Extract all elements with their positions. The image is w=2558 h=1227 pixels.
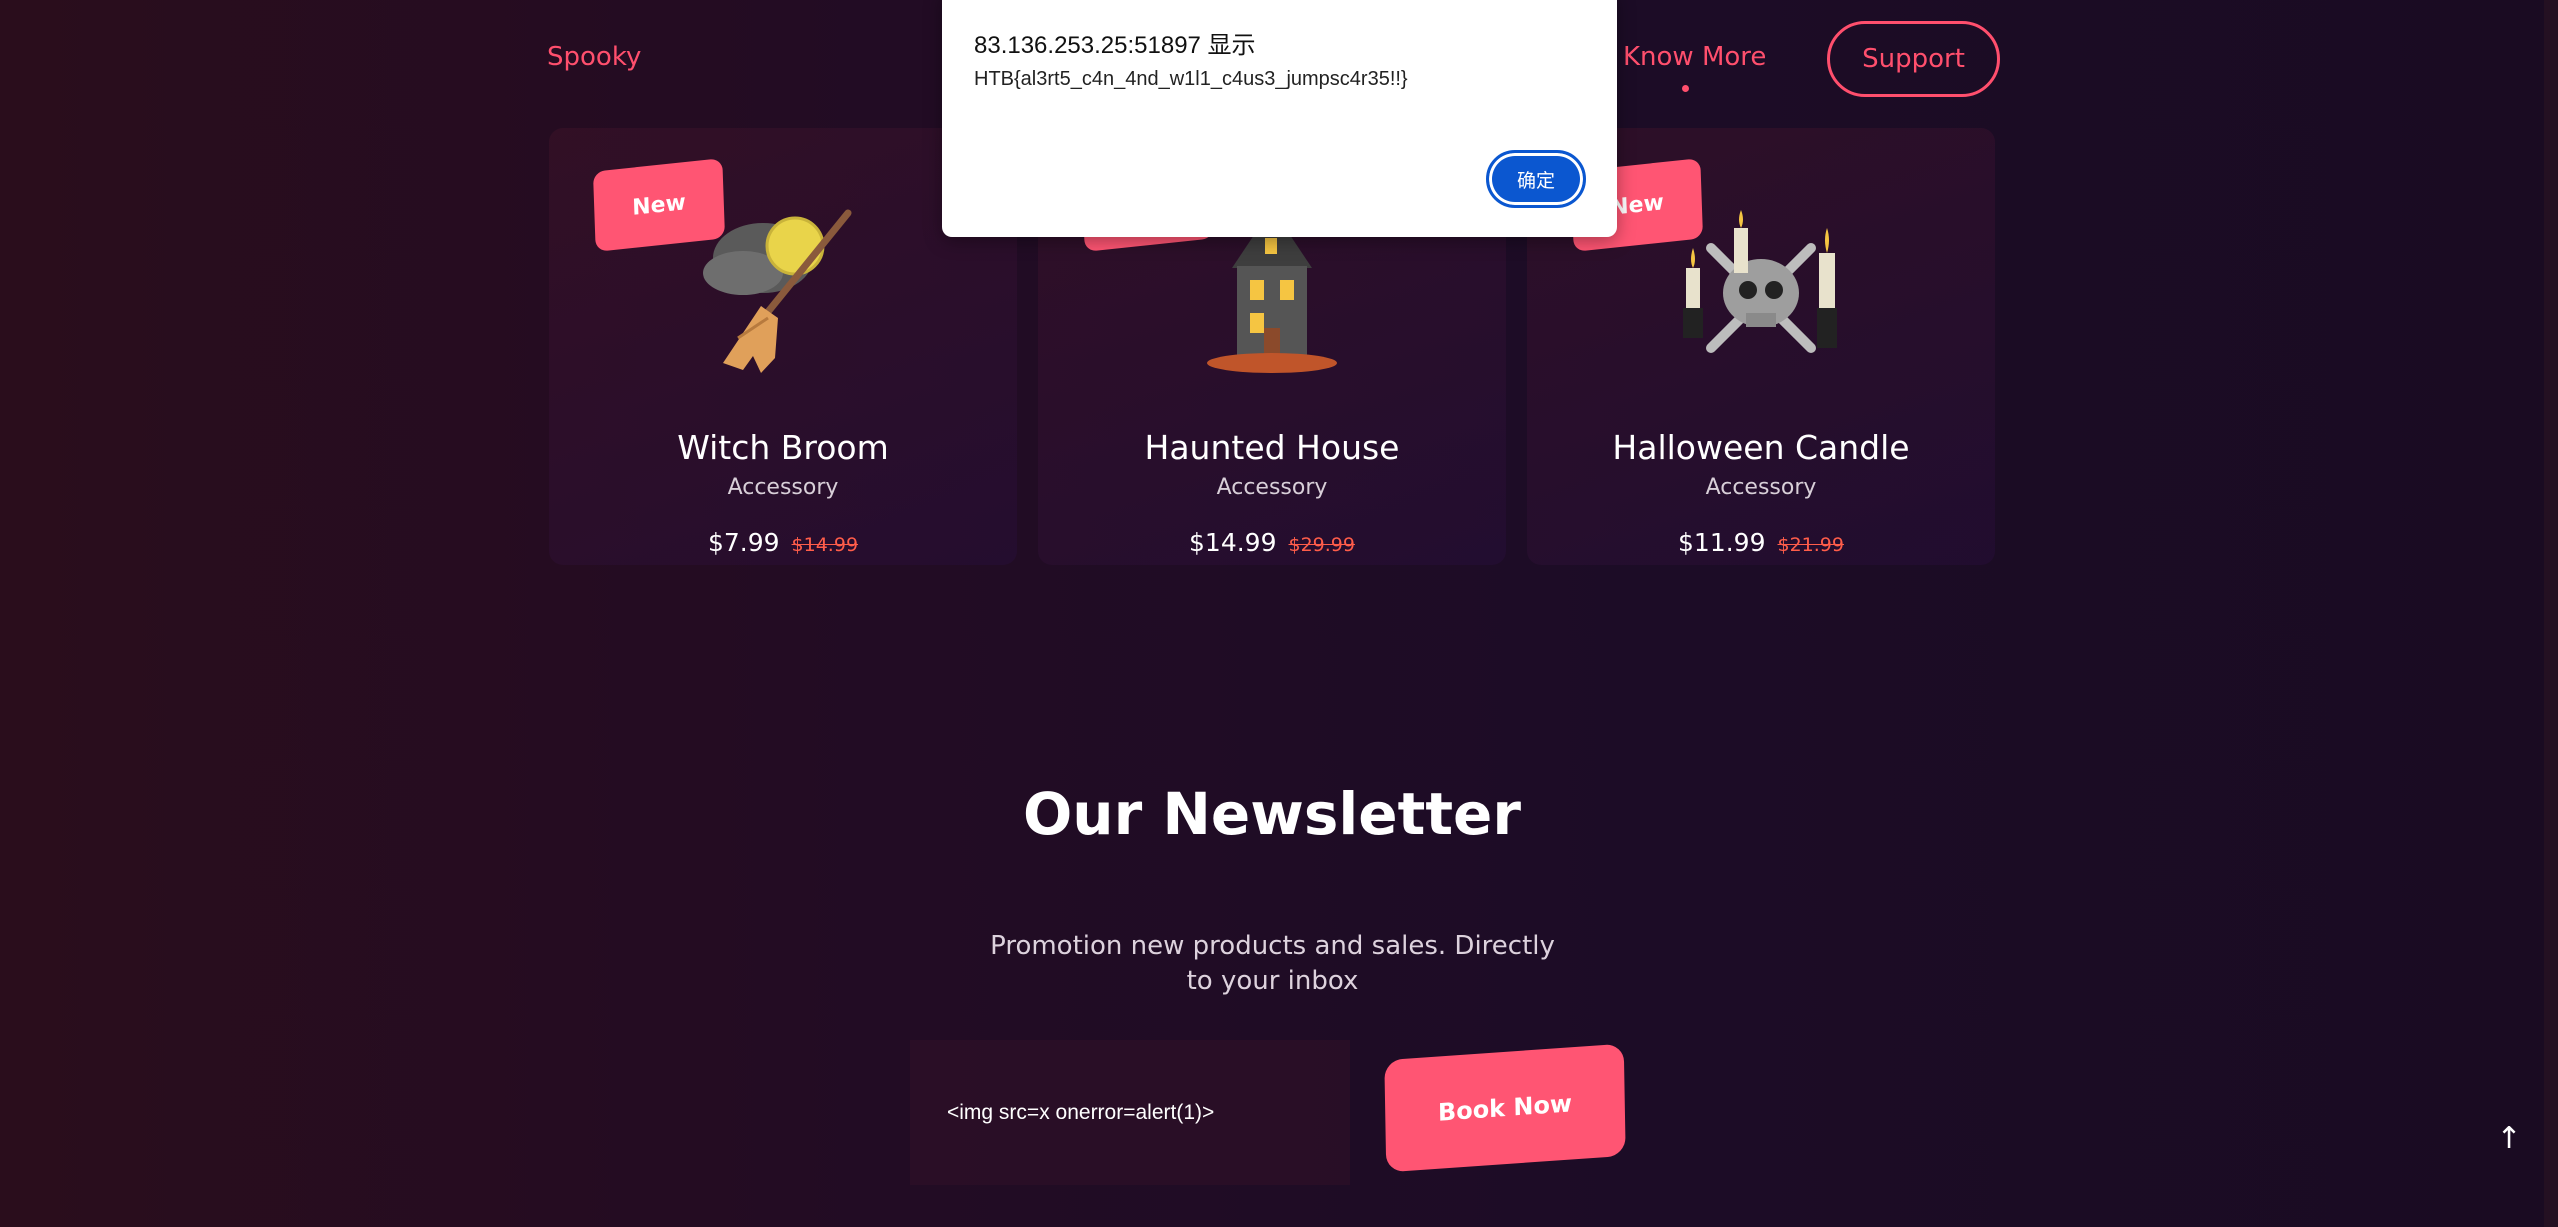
alert-dialog: 83.136.253.25:51897 显示 HTB{al3rt5_c4n_4n… <box>942 0 1617 237</box>
alert-ok-button[interactable]: 确定 <box>1486 150 1586 208</box>
nav-know-more[interactable]: Know More <box>1623 42 1766 72</box>
newsletter-title: Our Newsletter <box>1023 780 1521 848</box>
product-price: $7.99 $14.99 <box>549 528 1017 557</box>
product-category: Accessory <box>1705 475 1817 500</box>
newsletter-email-input[interactable] <box>910 1040 1350 1185</box>
original-price: $29.99 <box>1288 534 1355 556</box>
book-now-button[interactable]: Book Now <box>1384 1043 1626 1173</box>
product-price: $14.99 $29.99 <box>1038 528 1506 557</box>
alert-origin: 83.136.253.25:51897 显示 <box>974 32 1256 59</box>
original-price: $21.99 <box>1777 534 1844 556</box>
newsletter-subtitle: Promotion new products and sales. Direct… <box>990 931 1555 996</box>
product-name[interactable]: Haunted House <box>1038 428 1506 467</box>
product-category: Accessory <box>1216 475 1328 500</box>
active-nav-indicator <box>1682 85 1689 92</box>
current-price: $14.99 <box>1189 528 1277 557</box>
product-name[interactable]: Witch Broom <box>549 428 1017 467</box>
skull-candle-icon <box>1683 210 1837 353</box>
witch-broom-icon <box>703 209 852 373</box>
scroll-top-arrow-icon[interactable]: ↑ <box>2494 1118 2524 1158</box>
product-name[interactable]: Halloween Candle <box>1527 428 1995 467</box>
current-price: $11.99 <box>1678 528 1766 557</box>
scrollbar[interactable] <box>2544 0 2558 1227</box>
brand-logo[interactable]: Spooky <box>547 42 641 72</box>
original-price: $14.99 <box>791 534 859 556</box>
support-button[interactable]: Support <box>1827 21 2000 97</box>
product-category: Accessory <box>727 475 839 500</box>
product-price: $11.99 $21.99 <box>1527 528 1995 557</box>
current-price: $7.99 <box>707 528 780 557</box>
alert-message: HTB{al3rt5_c4n_4nd_w1l1_c4us3_jumpsc4r35… <box>974 68 1408 90</box>
